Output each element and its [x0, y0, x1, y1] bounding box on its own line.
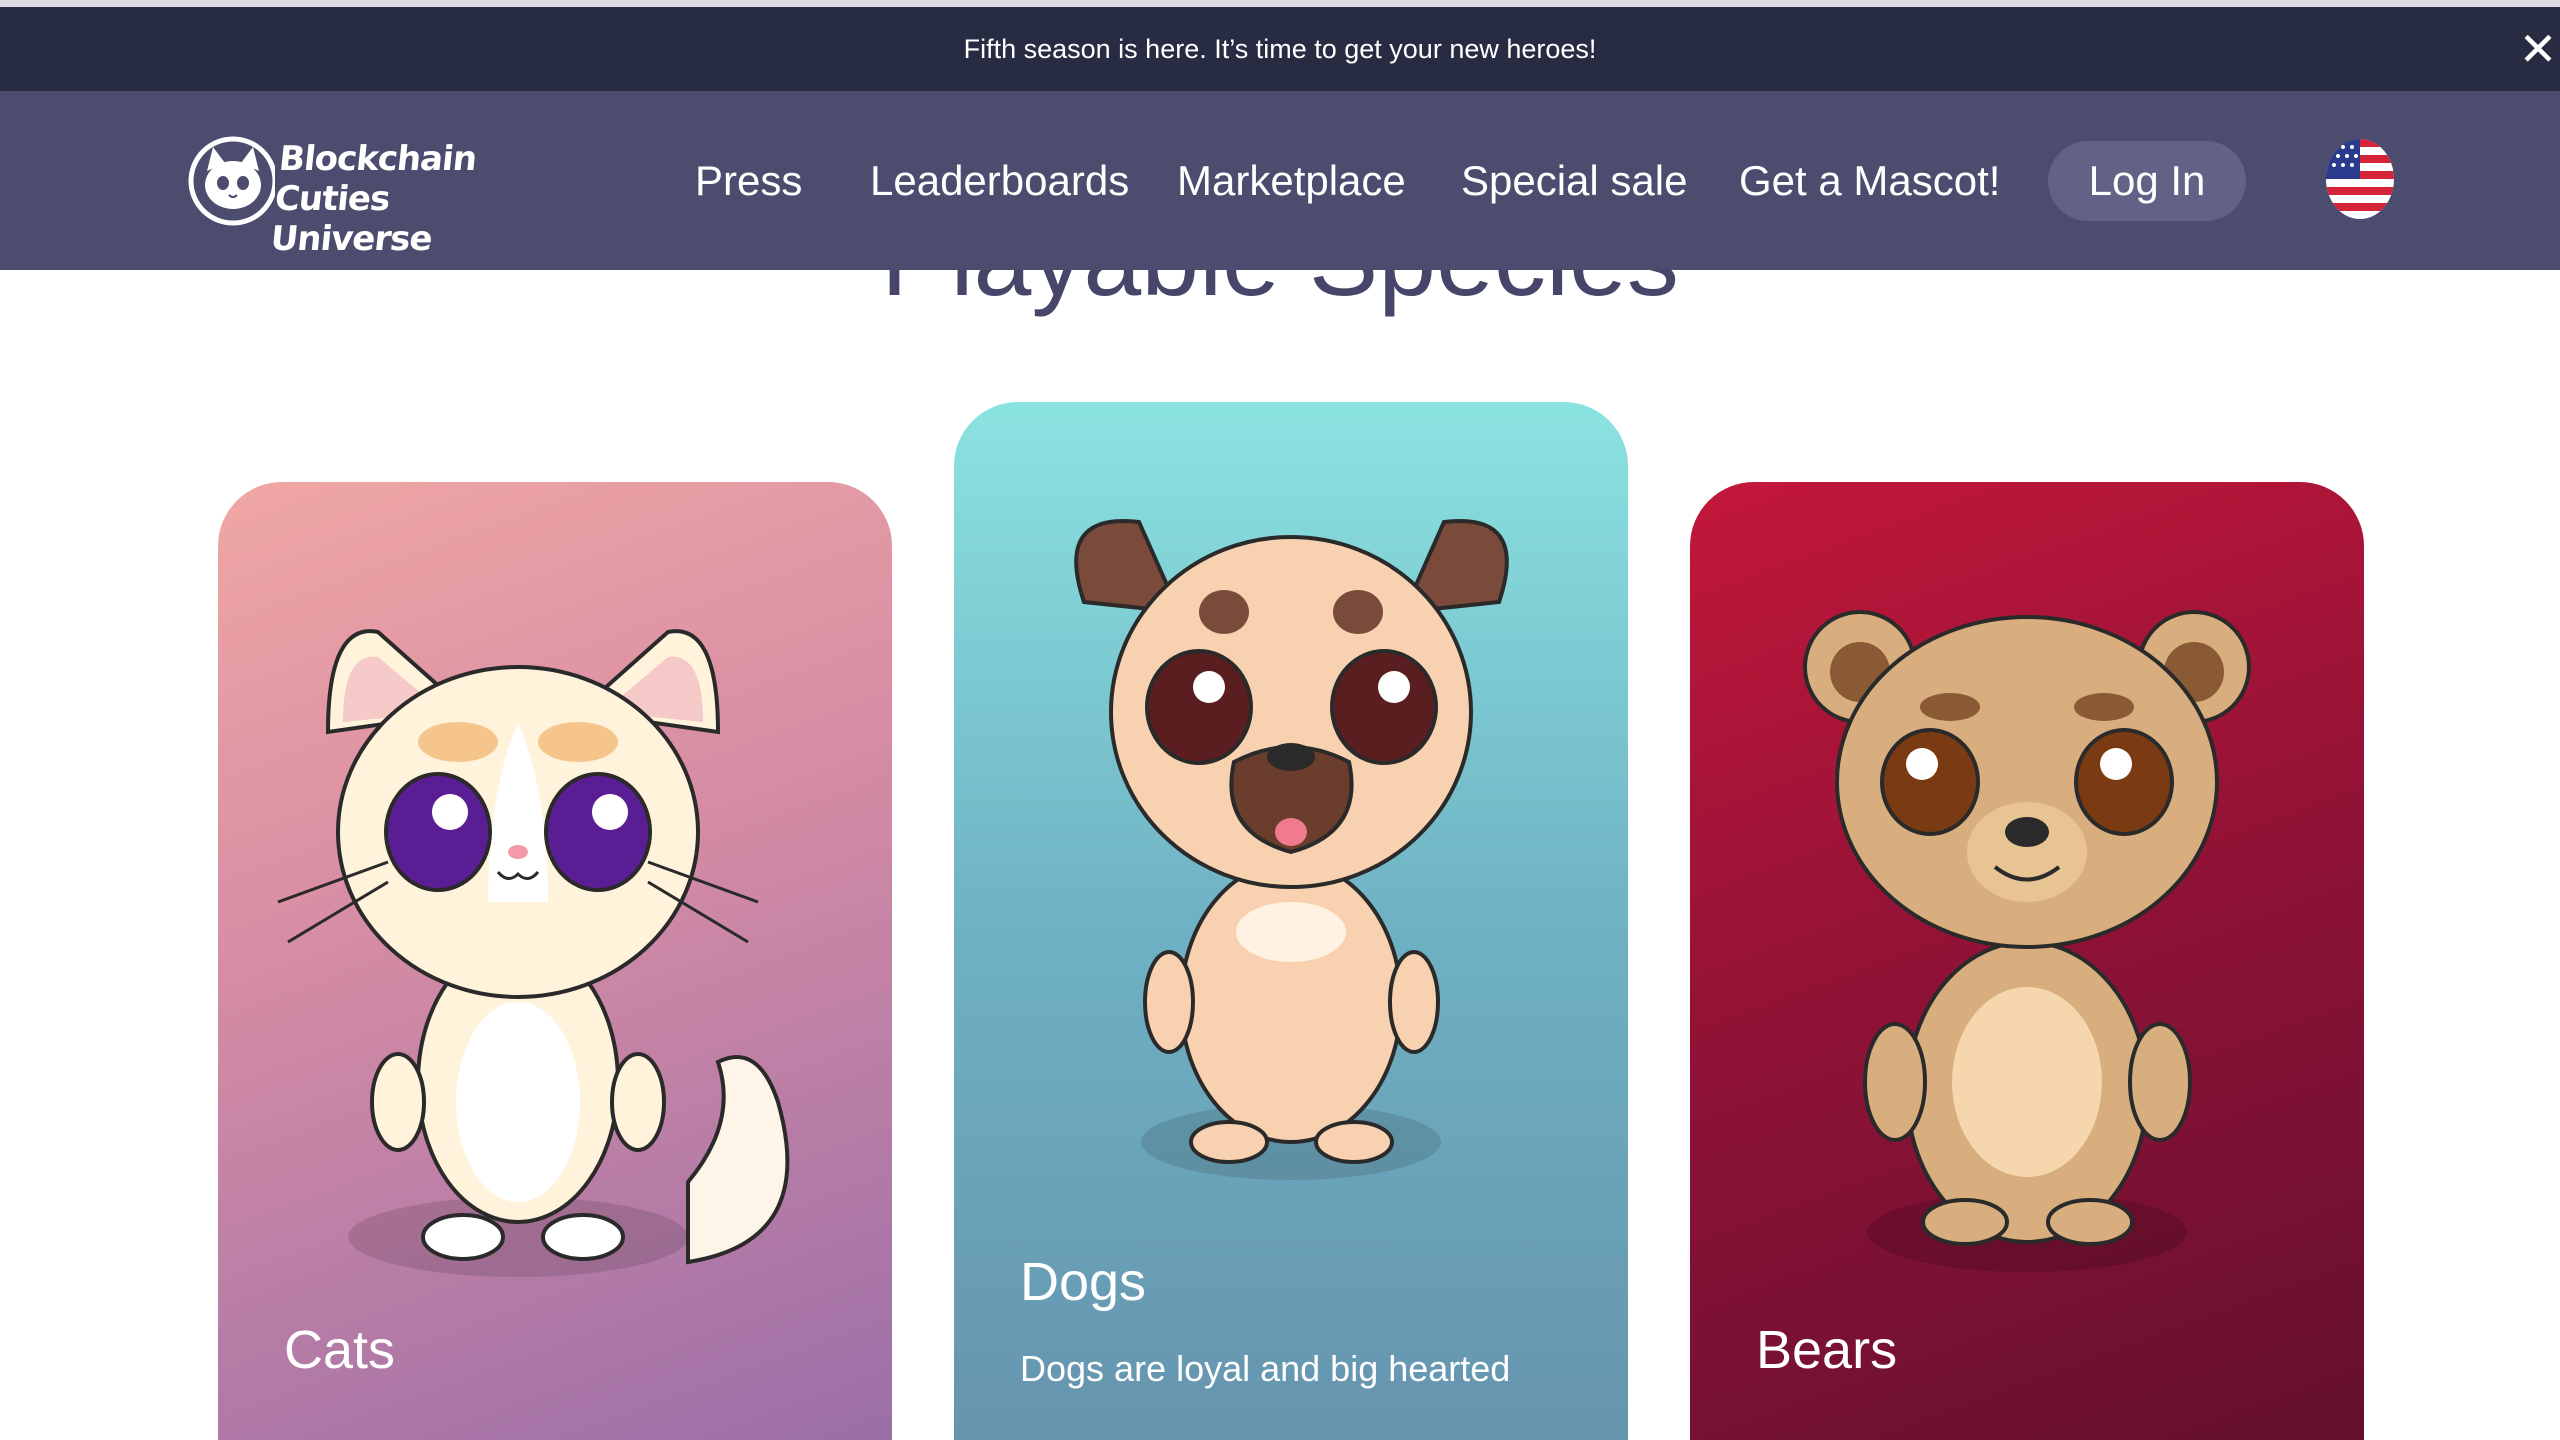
- nav-get-a-mascot[interactable]: Get a Mascot!: [1739, 151, 2000, 211]
- top-border: [0, 0, 2560, 7]
- nav-special-sale[interactable]: Special sale: [1461, 151, 1687, 211]
- us-flag-icon[interactable]: [2326, 139, 2394, 219]
- login-button[interactable]: Log In: [2048, 141, 2246, 221]
- nav-leaderboards[interactable]: Leaderboards: [870, 151, 1129, 211]
- bear-character-icon: [1803, 610, 2251, 1272]
- logo-text: Blockchain Cuties Universe: [269, 139, 512, 259]
- logo-line-2: Cuties Universe: [268, 179, 434, 259]
- announcement-text: Fifth season is here. It’s time to get y…: [963, 33, 1597, 64]
- nav-press[interactable]: Press: [695, 151, 802, 211]
- species-card-bears[interactable]: Bears: [1690, 482, 2364, 1440]
- card-description: Dogs are loyal and big hearted: [1020, 1348, 1511, 1389]
- dog-character-icon: [1074, 519, 1509, 1180]
- card-title: Bears: [1756, 1320, 1898, 1380]
- card-title: Dogs: [1020, 1252, 1147, 1312]
- close-icon[interactable]: ✕: [2516, 26, 2560, 73]
- nav-marketplace[interactable]: Marketplace: [1177, 151, 1406, 211]
- card-title: Cats: [284, 1320, 396, 1380]
- announcement-bar: Fifth season is here. It’s time to get y…: [0, 7, 2560, 91]
- species-card-cats[interactable]: Cats: [218, 482, 892, 1440]
- cat-face-icon: [188, 136, 275, 226]
- header-nav: Blockchain Cuties Universe Press Leaderb…: [0, 91, 2560, 270]
- logo[interactable]: Blockchain Cuties Universe: [185, 119, 505, 259]
- species-card-dogs[interactable]: Dogs Dogs are loyal and big hearted: [954, 402, 1628, 1440]
- cat-character-icon: [277, 629, 790, 1277]
- logo-line-1: Blockchain: [277, 139, 479, 179]
